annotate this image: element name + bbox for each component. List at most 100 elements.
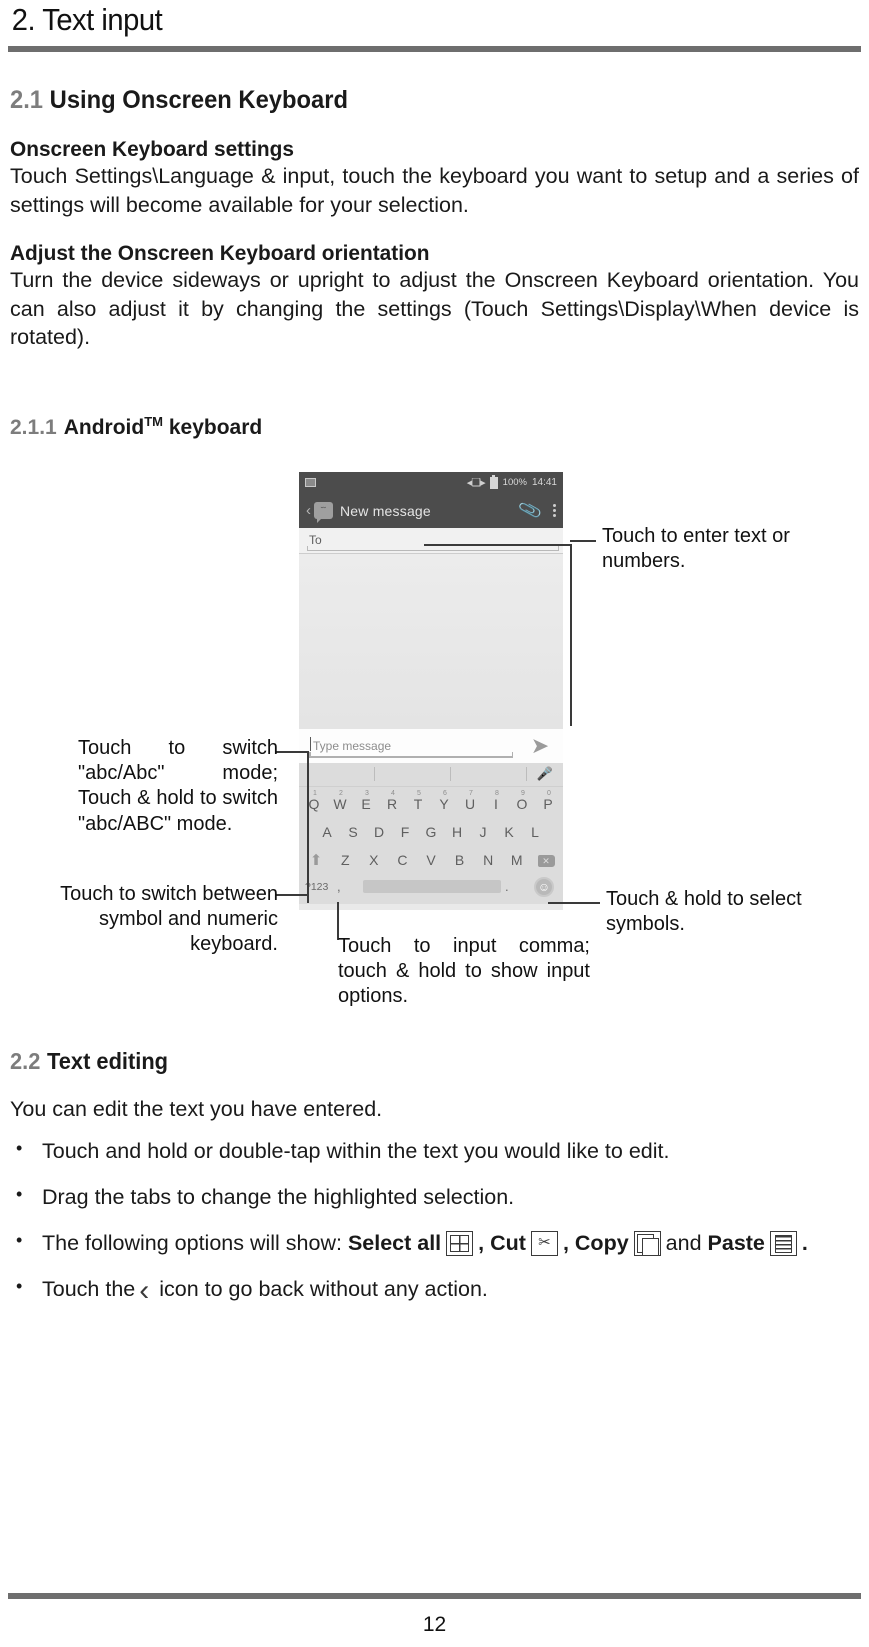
key-z[interactable]: Z [331,852,360,868]
back-suffix: icon to go back without any action. [159,1276,488,1301]
onscreen-keyboard: 1Q 2W 3E 4R 5T 6Y 7U 8I 9O 0P A S D F G [299,786,563,904]
key-e[interactable]: 3E [353,790,379,812]
compose-placeholder: Type message [313,738,392,753]
leader-line-abc-mode-h [275,750,309,753]
key-u-number: 7 [469,789,473,797]
phone-screenshot: ◂❑▸ 100% 14:41 ‹ ˘˘ New message 📎 To Typ… [299,471,563,910]
key-u-label: U [464,795,476,812]
key-s[interactable]: S [340,824,366,840]
key-t[interactable]: 5T [405,790,431,812]
paragraph-onscreen-keyboard-settings: Touch Settings\Language & input, touch t… [10,164,859,217]
suggestion-strip[interactable]: 🎤 [299,762,563,787]
keyboard-row-2: A S D F G H J K L [301,818,561,846]
key-y[interactable]: 6Y [431,790,457,812]
key-d[interactable]: D [366,824,392,840]
key-c[interactable]: C [388,852,417,868]
key-m[interactable]: M [502,852,531,868]
key-j[interactable]: J [470,824,496,840]
manual-page: 2. Text input 2.1 Using Onscreen Keyboard… [0,0,869,1647]
text-editing-list: Touch and hold or double-tap within the … [8,1137,861,1310]
key-q-number: 1 [313,789,317,797]
send-arrow-icon[interactable]: ➤ [523,734,557,757]
paperclip-icon[interactable]: 📎 [517,498,544,524]
subsection-title-main: Android [63,415,145,439]
key-w-label: W [333,795,347,812]
backspace-icon[interactable]: ✕ [531,851,561,868]
period-key[interactable]: . [505,879,527,894]
suggestion-slot[interactable] [375,767,451,782]
keyboard-row-4: ?123 , . ☺ [301,874,561,900]
list-item-options: The following options will show: Select … [8,1229,861,1258]
key-l[interactable]: L [522,824,548,840]
figure-android-keyboard: ◂❑▸ 100% 14:41 ‹ ˘˘ New message 📎 To Typ… [8,464,861,1024]
status-bar-right: ◂❑▸ 100% 14:41 [466,474,557,490]
microphone-icon[interactable]: 🎤 [527,766,563,782]
select-all-label: Select all [347,1230,442,1255]
section-2-2-number: 2.2 [10,1047,41,1074]
key-t-number: 5 [417,789,421,797]
key-w-number: 2 [339,789,343,797]
compose-bar: Type message ➤ [299,728,563,763]
select-all-icon [446,1230,474,1256]
kebab-menu-icon[interactable] [553,504,556,518]
options-comma-1: , [478,1230,491,1255]
key-v[interactable]: V [417,852,446,868]
paragraph-adjust-orientation: Turn the device sideways or upright to a… [10,268,859,350]
key-f[interactable]: F [392,824,418,840]
key-o[interactable]: 9O [509,790,535,812]
key-k[interactable]: K [496,824,522,840]
key-q[interactable]: 1Q [301,790,327,812]
comma-key[interactable]: , [337,879,359,894]
subsection-number: 2.1.1 [10,415,57,439]
leader-line-select-symbols [548,901,600,904]
vibrate-icon: ◂❑▸ [466,477,486,490]
compose-input[interactable]: Type message [305,733,523,759]
recipient-field[interactable]: To [299,527,563,554]
key-r-number: 4 [391,789,395,797]
list-item: Touch and hold or double-tap within the … [8,1137,861,1166]
leader-line-enter-text-vert [570,543,572,726]
shift-arrow-icon[interactable]: ⬆ [301,851,331,869]
key-r[interactable]: 4R [379,790,405,812]
key-h[interactable]: H [444,824,470,840]
emoji-smiley-icon[interactable]: ☺ [527,876,561,897]
suggestion-slot[interactable] [299,767,375,782]
compose-underline [309,753,513,758]
emoji-glyph: ☺ [534,876,554,897]
section-heading-2-1: 2.1 Using Onscreen Keyboard [10,86,818,115]
page-title: 2. Text input [11,2,163,37]
key-g[interactable]: G [418,824,444,840]
paste-icon [769,1230,797,1256]
key-w[interactable]: 2W [327,790,353,812]
subsection-title-rest: keyboard [168,415,263,439]
key-u[interactable]: 7U [457,790,483,812]
section-title: Using Onscreen Keyboard [49,86,348,114]
key-p[interactable]: 0P [535,790,561,812]
list-item-back: Touch the icon to go back without any act… [8,1271,861,1310]
key-x[interactable]: X [360,852,389,868]
footer-divider [8,1593,861,1599]
key-i[interactable]: 8I [483,790,509,812]
page-number: 12 [422,1613,447,1636]
back-prefix: Touch the [42,1276,136,1301]
key-y-label: Y [439,795,449,812]
back-chevron-icon[interactable]: ‹ [306,502,311,519]
status-bar-clock: 14:41 [531,477,557,489]
leader-line-enter-text-arm [570,539,596,542]
paste-label: Paste [707,1230,765,1255]
status-bar: ◂❑▸ 100% 14:41 [299,471,563,494]
key-p-number: 0 [547,789,551,797]
section-heading-2-1-1: 2.1.1 AndroidTM keyboard [10,414,861,440]
suggestion-slot[interactable] [451,767,527,782]
space-key[interactable] [363,880,501,894]
callout-abc-mode: Touch to switch "abc/Abc" mode; Touch & … [78,736,278,835]
callout-enter-text: Touch to enter text or numbers. [602,524,790,573]
key-b[interactable]: B [445,852,474,868]
list-item: Drag the tabs to change the highlighted … [8,1183,861,1212]
key-i-number: 8 [495,789,499,797]
app-bar-actions: 📎 [517,498,556,524]
key-n[interactable]: N [474,852,503,868]
key-p-label: P [543,795,553,812]
key-a[interactable]: A [314,824,340,840]
battery-percentage: 100% [502,477,527,489]
